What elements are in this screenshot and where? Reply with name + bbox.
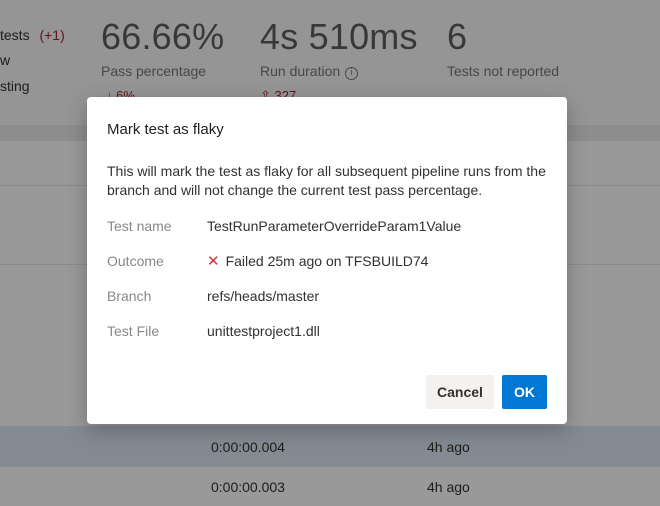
mark-flaky-dialog: Mark test as flaky This will mark the te… <box>87 97 567 424</box>
outcome-value: Failed 25m ago on TFSBUILD74 <box>225 253 429 269</box>
test-file-value: unittestproject1.dll <box>207 323 320 339</box>
test-name-value: TestRunParameterOverrideParam1Value <box>207 218 462 234</box>
branch-label: Branch <box>107 288 152 304</box>
dialog-description: This will mark the test as flaky for all… <box>107 163 546 198</box>
dialog-title: Mark test as flaky <box>107 121 224 138</box>
branch-value: refs/heads/master <box>207 288 320 304</box>
test-name-label: Test name <box>107 218 172 234</box>
cancel-button[interactable]: Cancel <box>426 375 494 409</box>
outcome-value-wrap: ✕ Failed 25m ago on TFSBUILD74 <box>207 252 428 270</box>
test-file-label: Test File <box>107 323 160 339</box>
outcome-label: Outcome <box>107 253 164 269</box>
failed-x-icon: ✕ <box>207 252 220 270</box>
ok-button[interactable]: OK <box>502 375 547 409</box>
